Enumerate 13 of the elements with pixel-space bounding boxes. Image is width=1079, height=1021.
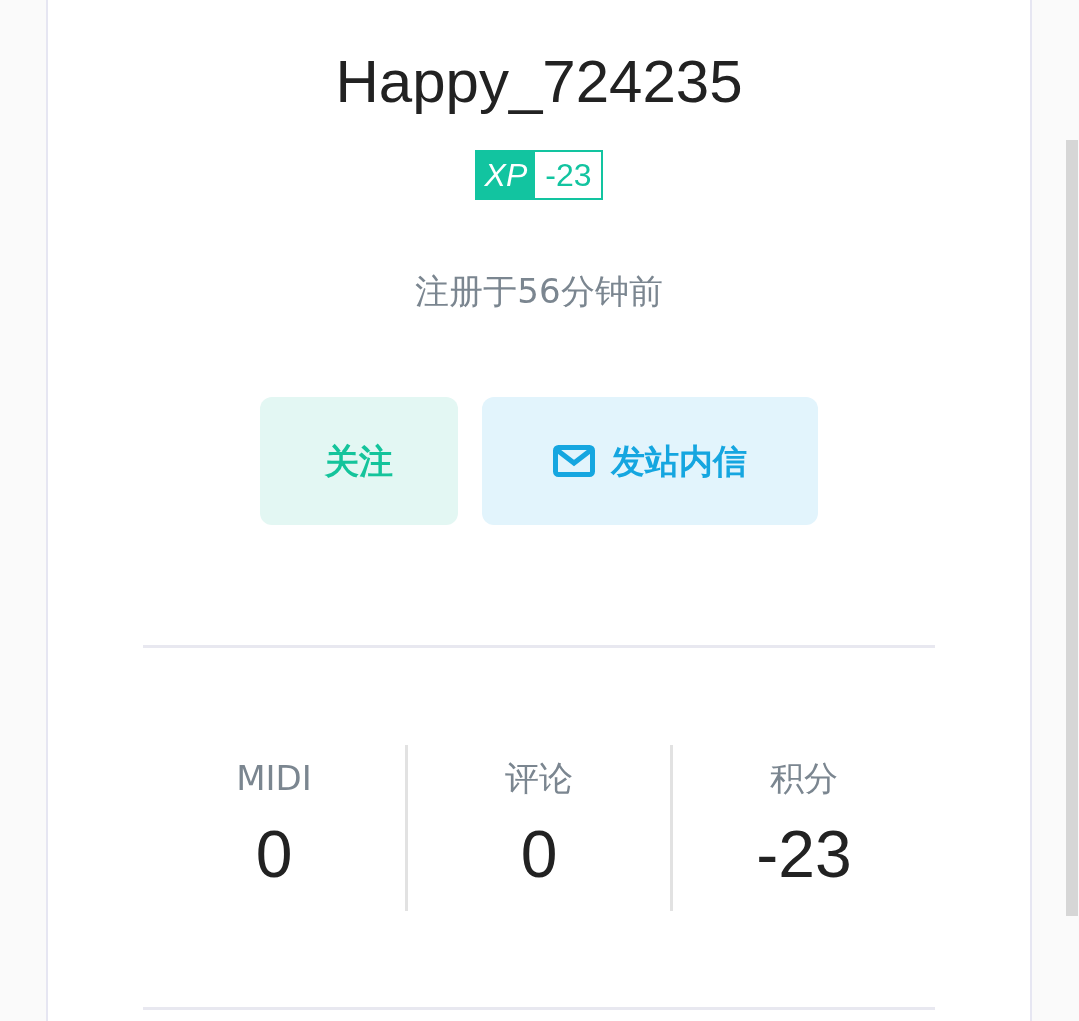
username: Happy_724235 [335,52,743,112]
follow-button[interactable]: 关注 [260,397,458,525]
stat-label: MIDI [236,757,312,800]
message-button[interactable]: 发站内信 [482,397,818,525]
registration-time: 注册于56分钟前 [415,270,663,313]
envelope-icon [553,445,595,477]
xp-label: XP [476,152,536,198]
stat-value: -23 [756,818,852,891]
stat-value: 0 [255,818,293,891]
stat-label: 积分 [770,757,838,800]
stat-value: 0 [520,818,558,891]
xp-value: -23 [544,156,593,195]
stat-label: 评论 [505,757,573,800]
